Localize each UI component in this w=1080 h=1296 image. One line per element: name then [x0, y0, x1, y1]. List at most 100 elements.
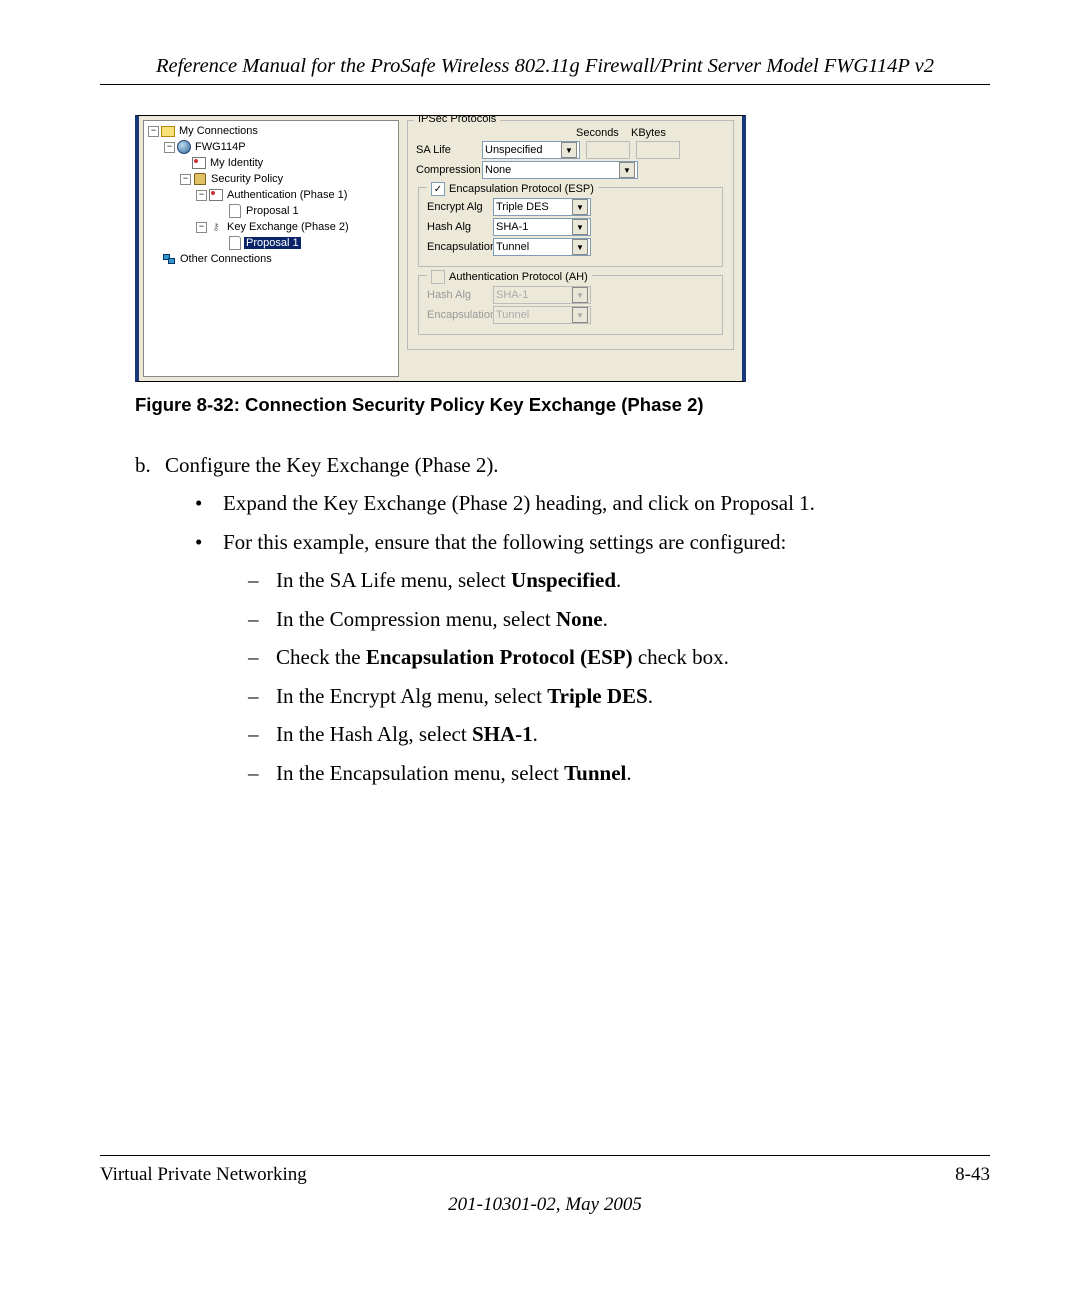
- step-b-text: Configure the Key Exchange (Phase 2).: [165, 450, 499, 480]
- chevron-down-icon[interactable]: ▼: [572, 199, 588, 215]
- tree-label: Other Connections: [178, 253, 274, 265]
- folder-icon: [161, 125, 175, 137]
- expand-icon[interactable]: −: [196, 222, 207, 233]
- tree-label: My Identity: [208, 157, 265, 169]
- encrypt-alg-select[interactable]: Triple DES ▼: [493, 198, 591, 216]
- tree-security-policy[interactable]: − Security Policy: [146, 171, 398, 187]
- tree-label: Proposal 1: [244, 205, 301, 217]
- dash-4: In the Encrypt Alg menu, select Triple D…: [276, 681, 653, 711]
- bullet-marker: •: [195, 488, 223, 518]
- dash-marker: –: [248, 565, 276, 595]
- encrypt-alg-label: Encrypt Alg: [427, 201, 493, 213]
- page-footer: Virtual Private Networking 8-43 201-1030…: [100, 1147, 990, 1216]
- chevron-down-icon[interactable]: ▼: [572, 239, 588, 255]
- footer-section: Virtual Private Networking: [100, 1164, 307, 1186]
- tree-key-exchange[interactable]: − ⚷ Key Exchange (Phase 2): [146, 219, 398, 235]
- chevron-down-icon[interactable]: ▼: [619, 162, 635, 178]
- esp-label: Encapsulation Protocol (ESP): [449, 183, 594, 195]
- auth-icon: [209, 189, 223, 201]
- tree-label: Security Policy: [209, 173, 285, 185]
- bullet-marker: •: [195, 527, 223, 557]
- dash-1: In the SA Life menu, select Unspecified.: [276, 565, 621, 595]
- tree-other-connections[interactable]: Other Connections: [146, 251, 398, 267]
- footer-rule: [100, 1155, 990, 1156]
- tree-fwg114p[interactable]: − FWG114P: [146, 139, 398, 155]
- screenshot-panel: − My Connections − FWG114P My Identity −…: [135, 115, 746, 382]
- dash-2: In the Compression menu, select None.: [276, 604, 608, 634]
- header-rule: [100, 84, 990, 85]
- encapsulation-select[interactable]: Tunnel ▼: [493, 238, 591, 256]
- ah-encap-label: Encapsulation: [427, 309, 493, 321]
- encapsulation-value: Tunnel: [496, 241, 529, 253]
- col-kbytes: KBytes: [631, 127, 681, 139]
- dash-marker: –: [248, 642, 276, 672]
- tree-my-connections[interactable]: − My Connections: [146, 123, 398, 139]
- sa-life-label: SA Life: [416, 144, 482, 156]
- chevron-down-icon[interactable]: ▼: [561, 142, 577, 158]
- page-icon: [228, 237, 242, 249]
- tree-label: My Connections: [177, 125, 260, 137]
- footer-date: 201-10301-02, May 2005: [100, 1194, 990, 1216]
- ah-checkbox[interactable]: [431, 270, 445, 284]
- hash-alg-value: SHA-1: [496, 221, 528, 233]
- tree-label-selected: Proposal 1: [244, 237, 301, 249]
- expand-icon[interactable]: −: [180, 174, 191, 185]
- tree-my-identity[interactable]: My Identity: [146, 155, 398, 171]
- list-marker-b: b.: [135, 450, 165, 480]
- dash-5: In the Hash Alg, select SHA-1.: [276, 719, 538, 749]
- bullet-1-text: Expand the Key Exchange (Phase 2) headin…: [223, 488, 815, 518]
- page-header-title: Reference Manual for the ProSafe Wireles…: [100, 55, 990, 78]
- expand-icon[interactable]: −: [196, 190, 207, 201]
- tree-label: FWG114P: [193, 141, 248, 153]
- tree-proposal1-b[interactable]: Proposal 1: [146, 235, 398, 251]
- tree-auth-phase1[interactable]: − Authentication (Phase 1): [146, 187, 398, 203]
- figure-caption: Figure 8-32: Connection Security Policy …: [135, 394, 990, 416]
- tree-proposal1-a[interactable]: Proposal 1: [146, 203, 398, 219]
- sa-life-seconds-input: [586, 141, 630, 159]
- chevron-down-icon: ▼: [572, 287, 588, 303]
- dash-marker: –: [248, 604, 276, 634]
- ah-encap-select: Tunnel ▼: [493, 306, 591, 324]
- dash-marker: –: [248, 719, 276, 749]
- identity-icon: [192, 157, 206, 169]
- compression-value: None: [485, 164, 511, 176]
- dash-marker: –: [248, 681, 276, 711]
- tree-label: Key Exchange (Phase 2): [225, 221, 351, 233]
- sa-life-select[interactable]: Unspecified ▼: [482, 141, 580, 159]
- ipsec-group-title: IPSec Protocols: [414, 115, 500, 125]
- esp-checkbox[interactable]: ✓: [431, 182, 445, 196]
- ah-encap-value: Tunnel: [496, 309, 529, 321]
- encapsulation-label: Encapsulation: [427, 241, 493, 253]
- body-text: b. Configure the Key Exchange (Phase 2).…: [100, 450, 990, 788]
- ah-hash-alg-label: Hash Alg: [427, 289, 493, 301]
- ah-hash-alg-value: SHA-1: [496, 289, 528, 301]
- dash-marker: –: [248, 758, 276, 788]
- globe-icon: [177, 141, 191, 153]
- dash-6: In the Encapsulation menu, select Tunnel…: [276, 758, 632, 788]
- dash-3: Check the Encapsulation Protocol (ESP) c…: [276, 642, 729, 672]
- footer-page-number: 8-43: [955, 1164, 990, 1186]
- sa-life-kbytes-input: [636, 141, 680, 159]
- ipsec-groupbox: IPSec Protocols Seconds KBytes SA Life U…: [407, 120, 734, 350]
- ipsec-panel: IPSec Protocols Seconds KBytes SA Life U…: [399, 116, 742, 381]
- col-seconds: Seconds: [576, 127, 631, 139]
- hash-alg-select[interactable]: SHA-1 ▼: [493, 218, 591, 236]
- ah-groupbox: Authentication Protocol (AH) Hash Alg SH…: [418, 275, 723, 335]
- chevron-down-icon: ▼: [572, 307, 588, 323]
- compression-select[interactable]: None ▼: [482, 161, 638, 179]
- hash-alg-label: Hash Alg: [427, 221, 493, 233]
- page-icon: [228, 205, 242, 217]
- network-icon: [162, 253, 176, 265]
- ah-hash-alg-select: SHA-1 ▼: [493, 286, 591, 304]
- ah-label: Authentication Protocol (AH): [449, 271, 588, 283]
- esp-groupbox: ✓ Encapsulation Protocol (ESP) Encrypt A…: [418, 187, 723, 267]
- encrypt-alg-value: Triple DES: [496, 201, 549, 213]
- lock-icon: [193, 173, 207, 185]
- tree-label: Authentication (Phase 1): [225, 189, 349, 201]
- expand-icon[interactable]: −: [164, 142, 175, 153]
- sa-life-value: Unspecified: [485, 144, 542, 156]
- tree-panel: − My Connections − FWG114P My Identity −…: [143, 120, 399, 377]
- chevron-down-icon[interactable]: ▼: [572, 219, 588, 235]
- expand-icon[interactable]: −: [148, 126, 159, 137]
- key-icon: ⚷: [209, 221, 223, 233]
